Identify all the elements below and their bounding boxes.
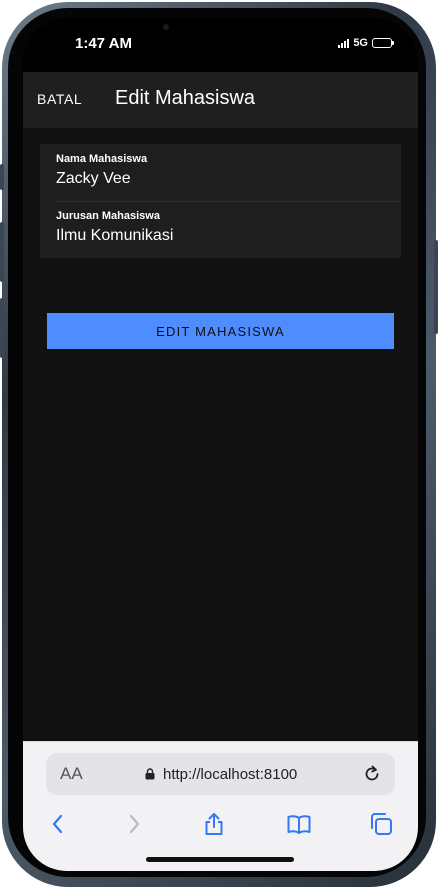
chevron-right-icon bbox=[129, 814, 140, 834]
home-indicator[interactable] bbox=[146, 857, 294, 862]
form-item-jurusan: Jurusan Mahasiswa bbox=[40, 201, 401, 258]
share-button[interactable] bbox=[201, 811, 227, 837]
bookmarks-button[interactable] bbox=[286, 811, 312, 837]
nama-input[interactable] bbox=[56, 170, 386, 188]
tabs-button[interactable] bbox=[368, 811, 394, 837]
forward-button[interactable] bbox=[121, 811, 147, 837]
volume-up-button bbox=[0, 222, 4, 282]
status-icons: 5G bbox=[338, 37, 394, 49]
url-text: http://localhost:8100 bbox=[163, 766, 298, 783]
screen: 1:47 AM 5G BATAL Edit Mahasiswa Nama Mah… bbox=[23, 18, 418, 871]
chevron-left-icon bbox=[52, 814, 63, 834]
form-item-nama: Nama Mahasiswa bbox=[40, 144, 401, 201]
jurusan-label: Jurusan Mahasiswa bbox=[56, 210, 160, 222]
power-button bbox=[434, 240, 438, 334]
browser-toolbar: AA http://localhost:8100 bbox=[23, 741, 418, 871]
text-size-button[interactable]: AA bbox=[60, 764, 83, 784]
back-button[interactable] bbox=[45, 811, 71, 837]
book-icon bbox=[287, 815, 311, 834]
lock-icon bbox=[145, 768, 155, 780]
volume-down-button bbox=[0, 298, 4, 358]
edit-mahasiswa-button[interactable]: EDIT MAHASISWA bbox=[47, 313, 394, 349]
jurusan-input[interactable] bbox=[56, 227, 386, 245]
tabs-icon bbox=[371, 813, 392, 835]
reload-icon[interactable] bbox=[361, 763, 383, 785]
page-title: Edit Mahasiswa bbox=[115, 87, 256, 109]
nama-label: Nama Mahasiswa bbox=[56, 153, 148, 165]
front-camera bbox=[163, 24, 169, 30]
network-type: 5G bbox=[353, 37, 368, 49]
form-list: Nama Mahasiswa Jurusan Mahasiswa bbox=[40, 144, 401, 258]
battery-icon bbox=[372, 38, 394, 48]
cancel-button[interactable]: BATAL bbox=[37, 91, 82, 107]
status-bar: 1:47 AM 5G bbox=[23, 18, 418, 72]
share-icon bbox=[205, 813, 223, 835]
status-time: 1:47 AM bbox=[75, 35, 132, 52]
address-bar[interactable]: AA http://localhost:8100 bbox=[46, 753, 395, 795]
signal-icon bbox=[338, 38, 350, 48]
silent-switch bbox=[0, 164, 4, 190]
app-header: BATAL Edit Mahasiswa bbox=[23, 72, 418, 128]
browser-nav-row bbox=[23, 807, 418, 843]
